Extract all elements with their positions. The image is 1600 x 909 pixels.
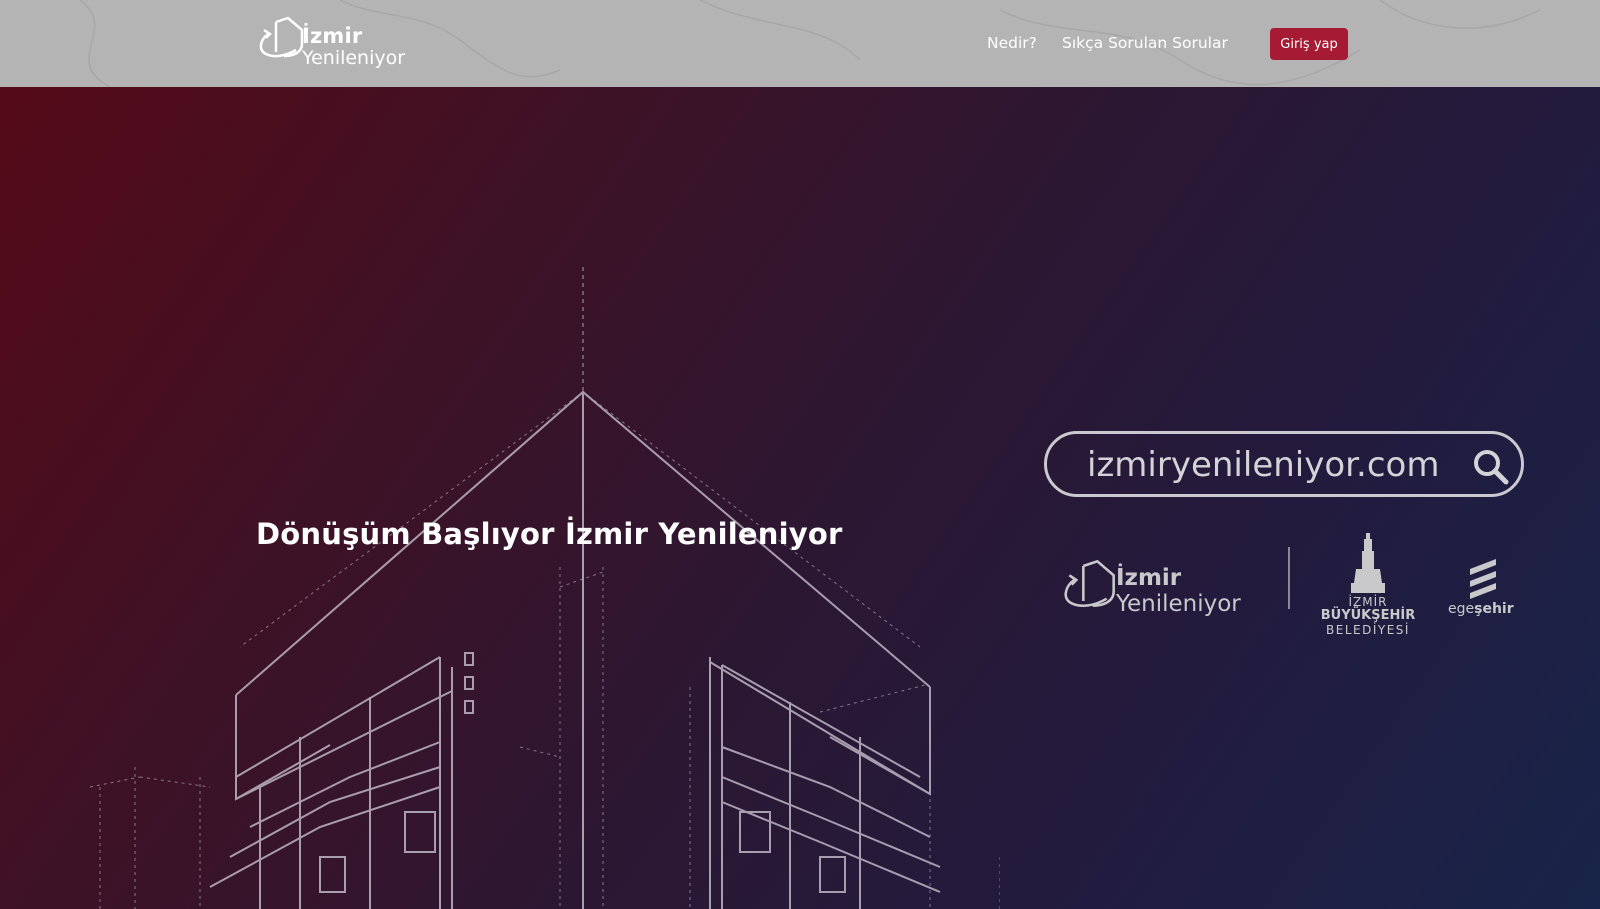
izmir-yenileniyor-partner-logo: İzmir Yenileniyor xyxy=(1060,559,1260,629)
logo-line1: İzmir xyxy=(302,24,363,48)
egesehir-suffix: şehir xyxy=(1474,601,1514,617)
search-input[interactable] xyxy=(1085,441,1449,489)
municipality-line3: BELEDİYESİ xyxy=(1326,623,1410,637)
site-logo[interactable]: İzmir Yenileniyor xyxy=(256,16,416,72)
nav-link-nedir[interactable]: Nedir? xyxy=(987,34,1037,52)
search-box[interactable] xyxy=(1044,431,1524,497)
header-map-pattern xyxy=(79,0,1541,87)
municipality-line1: İZMİR xyxy=(1348,595,1388,609)
izmir-buyuksehir-logo: İZMİR BÜYÜKŞEHİR BELEDİYESİ xyxy=(1316,533,1420,643)
building-wireframe-illustration xyxy=(89,267,1000,909)
house-arrow-logo-icon xyxy=(1064,559,1115,608)
hero-title: Dönüşüm Başlıyor İzmir Yenileniyor xyxy=(256,517,843,551)
search-icon[interactable] xyxy=(1472,448,1510,486)
municipality-line2: BÜYÜKŞEHİR xyxy=(1320,608,1416,623)
top-header: İzmir Yenileniyor Nedir? Sıkça Sorulan S… xyxy=(0,0,1600,87)
house-arrow-logo-icon xyxy=(259,16,304,58)
login-button[interactable]: Giriş yap xyxy=(1270,28,1348,60)
clock-tower-icon xyxy=(1351,533,1385,593)
partner-logo-line2: Yenileniyor xyxy=(1116,591,1241,617)
nav-link-faq[interactable]: Sıkça Sorulan Sorular xyxy=(1062,34,1228,52)
partner-divider xyxy=(1288,547,1290,609)
egesehir-prefix: ege xyxy=(1448,601,1475,617)
egesehir-stripes-icon xyxy=(1470,559,1496,599)
hero-section: Dönüşüm Başlıyor İzmir Yenileniyor İzmir… xyxy=(0,87,1600,909)
egesehir-wordmark: egeşehir xyxy=(1448,601,1514,617)
partner-logo-line1: İzmir xyxy=(1116,565,1182,591)
logo-line2: Yenileniyor xyxy=(302,47,406,69)
egesehir-logo: egeşehir xyxy=(1444,557,1524,627)
